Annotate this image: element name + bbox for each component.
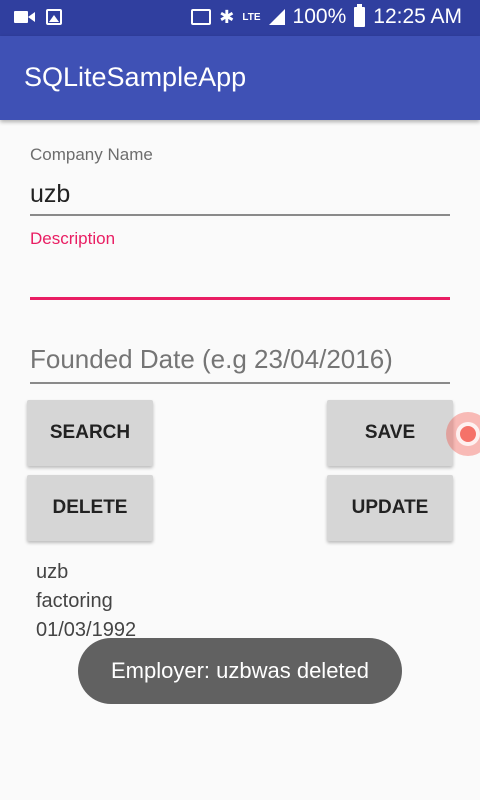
description-underline [30,297,450,300]
video-icon [14,10,36,24]
status-bar: ✱ LTE 100% 12:25 AM [0,0,480,36]
company-name-underline [30,214,450,216]
app-bar: SQLiteSampleApp [0,36,480,120]
system-icons: ✱ LTE 100% 12:25 AM [191,4,462,29]
founded-date-input[interactable]: Founded Date (e.g 23/04/2016) [30,344,393,375]
cast-icon [191,9,212,25]
notification-icons [14,9,62,25]
company-name-label: Company Name [30,145,153,164]
app-title: SQLiteSampleApp [24,62,247,92]
toast-message: Employer: uzbwas deleted [78,638,402,704]
bluetooth-icon: ✱ [219,6,235,27]
update-button[interactable]: UPDATE [327,475,453,541]
signal-icon [268,9,285,25]
battery-percent: 100% [292,5,347,28]
record-description: factoring [36,590,113,612]
search-button[interactable]: SEARCH [27,400,153,466]
battery-icon [354,4,366,27]
description-label: Description [30,229,116,248]
founded-date-underline [30,382,450,384]
image-icon [46,9,62,25]
record-name: uzb [36,561,69,583]
save-button[interactable]: SAVE [327,400,453,466]
clock: 12:25 AM [373,5,462,28]
description-input[interactable] [30,262,450,294]
lte-icon: LTE [242,11,261,23]
company-name-input[interactable]: uzb [30,180,70,209]
delete-button[interactable]: DELETE [27,475,153,541]
